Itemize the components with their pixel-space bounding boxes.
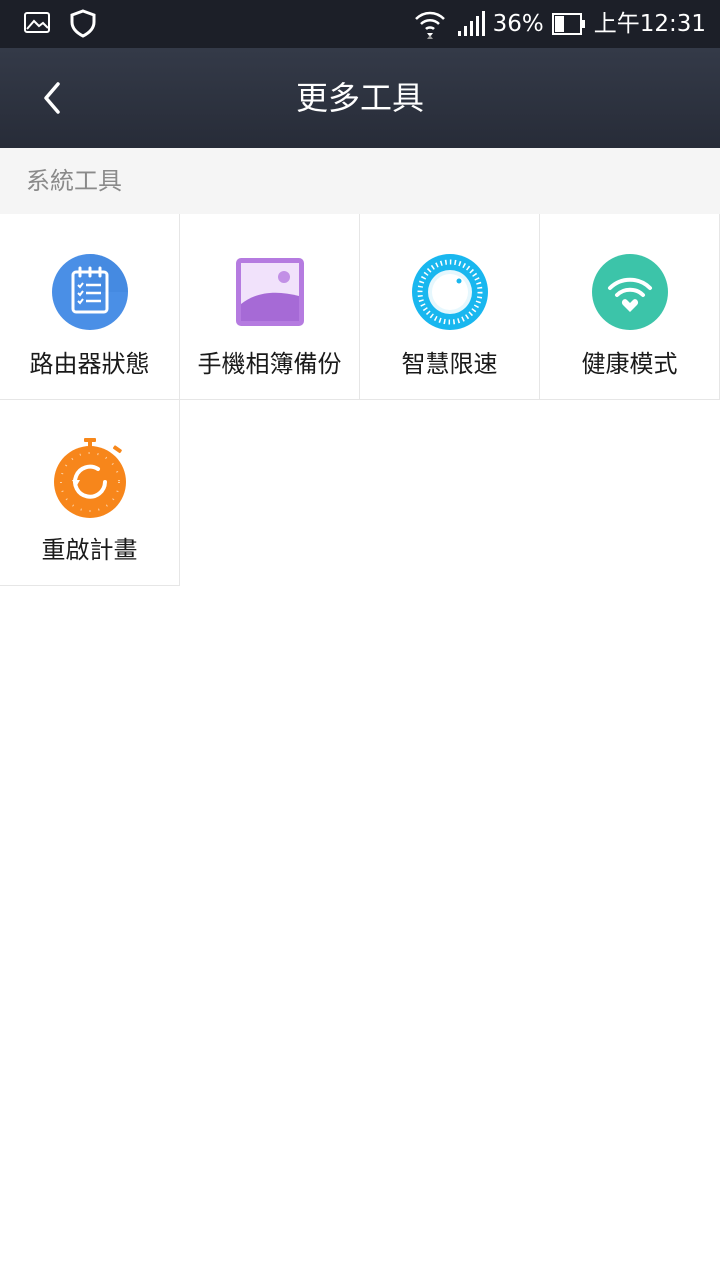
- tool-router-status[interactable]: 路由器狀態: [0, 214, 180, 400]
- battery-icon: [551, 13, 585, 35]
- photo-album-icon: [236, 258, 304, 326]
- status-bar-notifications: [22, 8, 114, 38]
- status-bar-system: 36% 上午12:31: [413, 0, 706, 48]
- tool-health-mode[interactable]: 健康模式: [540, 214, 720, 400]
- speed-dial-icon: [412, 254, 488, 330]
- tool-restart-plan[interactable]: 重啟計畫: [0, 400, 180, 586]
- section-header: 系統工具: [0, 148, 720, 214]
- clipboard-checklist-icon: [52, 254, 128, 330]
- title-bar: 更多工具: [0, 48, 720, 148]
- chevron-left-icon: [44, 82, 60, 114]
- cell-signal-icon: [457, 11, 485, 36]
- status-bar: 36% 上午12:31: [0, 0, 720, 48]
- wifi-icon: [414, 11, 445, 39]
- wifi-heart-icon: [592, 254, 668, 330]
- battery-percent: 36%: [492, 11, 544, 37]
- clock: 上午12:31: [593, 11, 706, 37]
- shield-icon: [70, 9, 96, 38]
- restart-timer-icon: [54, 438, 126, 518]
- tool-label: 手機相簿備份: [197, 350, 342, 378]
- tool-label: 路由器狀態: [29, 350, 150, 378]
- back-button[interactable]: [24, 70, 80, 126]
- tool-label: 健康模式: [581, 350, 678, 378]
- image-notification-icon: [24, 12, 50, 33]
- tool-label: 重啟計畫: [41, 536, 138, 564]
- tool-photo-backup[interactable]: 手機相簿備份: [180, 214, 360, 400]
- page-title: 更多工具: [295, 79, 424, 117]
- tool-label: 智慧限速: [401, 350, 498, 378]
- tool-smart-speed-limit[interactable]: 智慧限速: [360, 214, 540, 400]
